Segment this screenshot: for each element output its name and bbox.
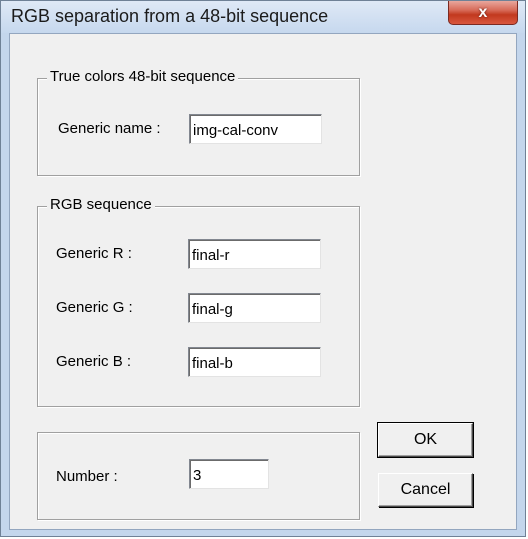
true-colors-legend: True colors 48-bit sequence: [47, 68, 239, 85]
close-icon: x: [478, 3, 488, 21]
number-label: Number :: [56, 468, 118, 485]
window-title: RGB separation from a 48-bit sequence: [11, 6, 329, 26]
generic-r-input[interactable]: [188, 239, 321, 269]
generic-name-label: Generic name :: [58, 120, 161, 137]
generic-name-input[interactable]: [189, 114, 322, 144]
generic-g-input[interactable]: [188, 293, 321, 323]
number-input[interactable]: [189, 459, 269, 489]
generic-r-label: Generic R :: [56, 245, 132, 262]
generic-b-label: Generic B :: [56, 353, 132, 370]
generic-g-label: Generic G :: [56, 299, 133, 316]
dialog-client-area: True colors 48-bit sequence Generic name…: [9, 33, 517, 530]
title-bar[interactable]: RGB separation from a 48-bit sequence x: [1, 1, 525, 33]
ok-button[interactable]: OK: [377, 422, 474, 458]
rgb-sequence-legend: RGB sequence: [47, 196, 155, 213]
close-button[interactable]: x: [448, 1, 518, 25]
dialog-window: RGB separation from a 48-bit sequence x …: [0, 0, 526, 537]
cancel-button[interactable]: Cancel: [378, 473, 473, 507]
generic-b-input[interactable]: [188, 347, 321, 377]
